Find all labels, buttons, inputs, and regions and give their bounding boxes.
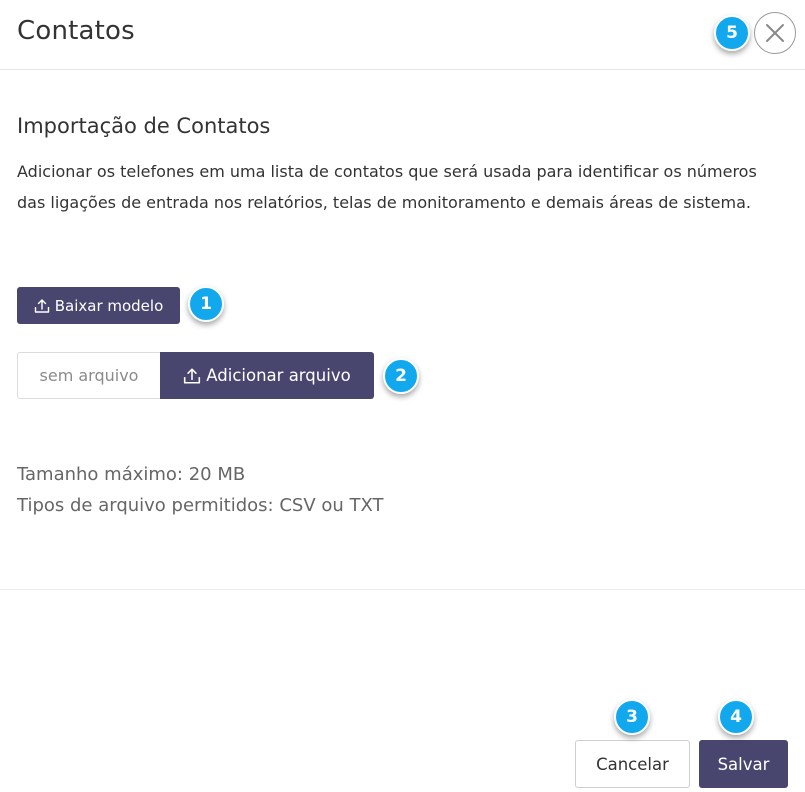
upload-icon: [183, 367, 201, 385]
step-badge-4: 4: [718, 699, 754, 735]
step-badge-5: 5: [714, 15, 750, 51]
file-upload-group: sem arquivo Adicionar arquivo: [17, 352, 374, 399]
modal-header: Contatos: [0, 0, 805, 70]
section-description: Adicionar os telefones em uma lista de c…: [17, 162, 757, 212]
add-file-button[interactable]: Adicionar arquivo: [160, 352, 374, 399]
allowed-types-text: Tipos de arquivo permitidos: CSV ou TXT: [17, 495, 384, 516]
step-badge-1: 1: [188, 286, 224, 322]
footer-divider: [0, 589, 805, 590]
download-template-label: Baixar modelo: [54, 296, 164, 315]
file-info: Tamanho máximo: 20 MB Tipos de arquivo p…: [17, 459, 384, 521]
upload-icon: [34, 298, 50, 314]
add-file-label: Adicionar arquivo: [206, 366, 351, 385]
section-title: Importação de Contatos: [17, 114, 271, 138]
max-size-text: Tamanho máximo: 20 MB: [17, 464, 246, 485]
step-badge-2: 2: [383, 358, 419, 394]
close-button[interactable]: [754, 12, 796, 54]
modal-title: Contatos: [17, 16, 135, 46]
cancel-button[interactable]: Cancelar: [575, 740, 690, 788]
step-badge-3: 3: [614, 699, 650, 735]
close-icon: [766, 24, 784, 42]
download-template-button[interactable]: Baixar modelo: [17, 287, 180, 324]
file-name-field[interactable]: sem arquivo: [17, 352, 160, 399]
save-button[interactable]: Salvar: [699, 740, 788, 788]
